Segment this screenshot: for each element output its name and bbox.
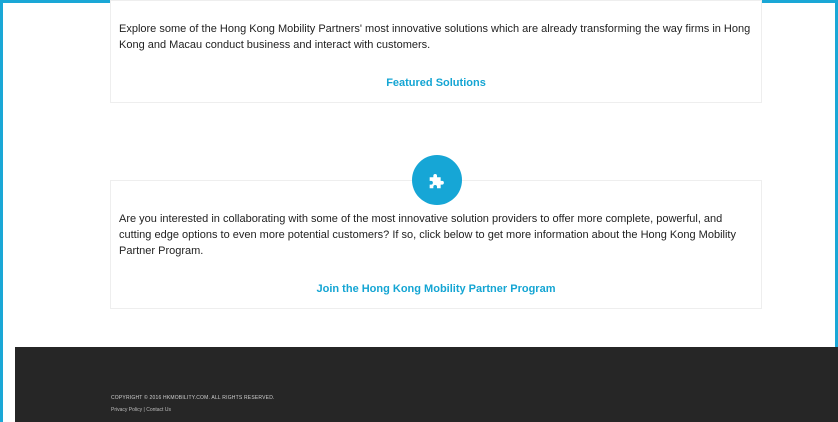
footer-links: Privacy Policy | Contact Us [111, 407, 171, 413]
copyright-text: COPYRIGHT © 2016 HKMOBILITY.COM. ALL RIG… [111, 395, 275, 401]
footer-link-separator: | [143, 407, 145, 413]
section2-description: Are you interested in collaborating with… [119, 213, 736, 257]
featured-solutions-link[interactable]: Featured Solutions [111, 77, 761, 89]
contact-us-link[interactable]: Contact Us [146, 407, 171, 413]
footer: COPYRIGHT © 2016 HKMOBILITY.COM. ALL RIG… [15, 347, 838, 422]
section1-description: Explore some of the Hong Kong Mobility P… [119, 23, 751, 51]
featured-solutions-card: Explore some of the Hong Kong Mobility P… [110, 0, 762, 103]
privacy-policy-link[interactable]: Privacy Policy [111, 407, 142, 413]
puzzle-icon [429, 174, 444, 189]
puzzle-icon-circle [412, 155, 462, 205]
join-partner-program-link[interactable]: Join the Hong Kong Mobility Partner Prog… [111, 283, 761, 295]
